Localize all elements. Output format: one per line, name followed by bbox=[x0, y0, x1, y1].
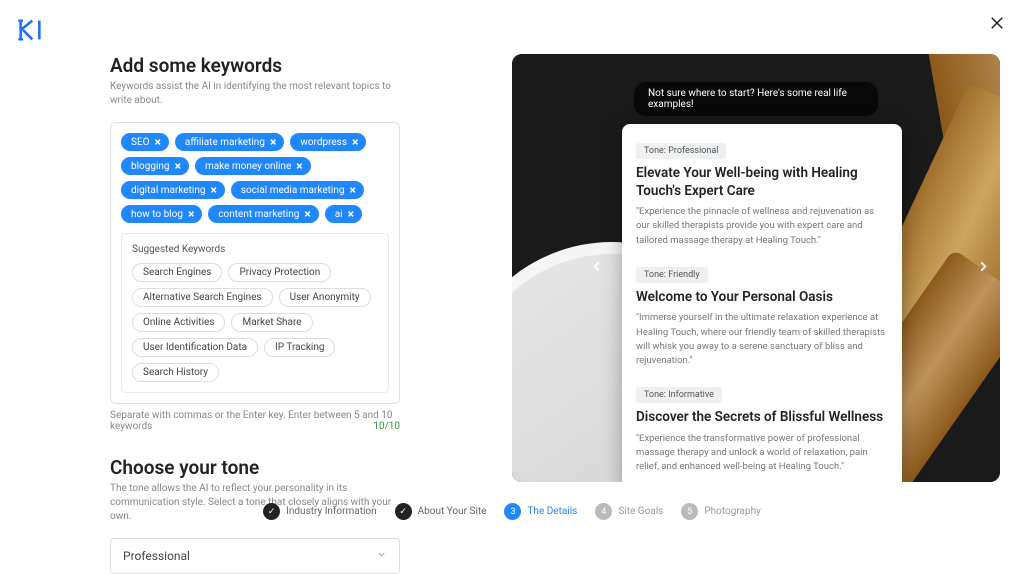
carousel-next[interactable] bbox=[976, 259, 990, 278]
tone-badge: Tone: Friendly bbox=[636, 267, 708, 283]
step-label: Industry Information bbox=[286, 506, 376, 517]
keyword-chip[interactable]: how to blog× bbox=[121, 205, 202, 223]
suggested-keyword[interactable]: Privacy Protection bbox=[228, 263, 331, 282]
step-circle: 4 bbox=[595, 503, 612, 520]
step-photography[interactable]: 5 Photography bbox=[681, 503, 761, 520]
tone-example: Tone: Professional Elevate Your Well-bein… bbox=[636, 138, 888, 248]
step-label: Photography bbox=[704, 506, 761, 517]
chevron-down-icon bbox=[376, 549, 387, 563]
step-circle: ✓ bbox=[263, 503, 280, 520]
keyword-chip[interactable]: SEO× bbox=[121, 133, 169, 151]
tone-example: Tone: Informative Discover the Secrets of… bbox=[636, 382, 888, 474]
remove-icon: × bbox=[350, 184, 356, 196]
suggested-keyword[interactable]: User Identification Data bbox=[132, 338, 258, 357]
hint-text: Separate with commas or the Enter key. E… bbox=[110, 410, 392, 432]
tone-badge: Tone: Professional bbox=[636, 143, 726, 159]
remove-icon: × bbox=[188, 208, 194, 220]
suggested-keyword[interactable]: Search History bbox=[132, 363, 219, 382]
suggested-keyword[interactable]: Alternative Search Engines bbox=[132, 288, 273, 307]
remove-icon: × bbox=[175, 160, 181, 172]
close-button[interactable] bbox=[988, 14, 1006, 36]
step-circle: 3 bbox=[504, 503, 521, 520]
keyword-chip[interactable]: content marketing× bbox=[208, 205, 318, 223]
suggested-list: Search Engines Privacy Protection Alternat… bbox=[132, 263, 378, 382]
keyword-chip[interactable]: digital marketing× bbox=[121, 181, 225, 199]
keyword-chip[interactable]: social media marketing× bbox=[231, 181, 364, 199]
example-heading: Elevate Your Well-being with Healing Tou… bbox=[636, 165, 888, 200]
suggested-keyword[interactable]: Search Engines bbox=[132, 263, 222, 282]
remove-icon: × bbox=[348, 208, 354, 220]
suggested-title: Suggested Keywords bbox=[132, 244, 378, 255]
step-label: About Your Site bbox=[418, 506, 487, 517]
carousel-prev[interactable] bbox=[590, 259, 604, 278]
step-industry-information[interactable]: ✓ Industry Information bbox=[263, 503, 376, 520]
keyword-chip[interactable]: wordpress× bbox=[290, 133, 366, 151]
example-heading: Welcome to Your Personal Oasis bbox=[636, 289, 888, 307]
suggested-keyword[interactable]: Market Share bbox=[231, 313, 312, 332]
suggested-box: Suggested Keywords Search Engines Privacy… bbox=[121, 233, 389, 393]
step-label: Site Goals bbox=[618, 506, 663, 517]
examples-card: Tone: Professional Elevate Your Well-bein… bbox=[622, 124, 902, 482]
suggested-keyword[interactable]: Online Activities bbox=[132, 313, 225, 332]
remove-icon: × bbox=[210, 184, 216, 196]
remove-icon: × bbox=[270, 136, 276, 148]
example-body: "Immerse yourself in the ultimate relaxa… bbox=[636, 311, 888, 368]
keywords-chips: SEO× affiliate marketing× wordpress× bloggi… bbox=[121, 133, 389, 223]
step-label: The Details bbox=[527, 506, 577, 517]
preview-panel: Not sure where to start? Here's some rea… bbox=[512, 54, 1000, 482]
tone-select[interactable]: Professional bbox=[110, 538, 400, 574]
wizard-steps: ✓ Industry Information ✓ About Your Site 3 Th… bbox=[0, 503, 1024, 520]
page-title: Add some keywords bbox=[110, 54, 400, 77]
remove-icon: × bbox=[155, 136, 161, 148]
example-body: "Experience the pinnacle of wellness and… bbox=[636, 205, 888, 248]
step-about-your-site[interactable]: ✓ About Your Site bbox=[395, 503, 487, 520]
remove-icon: × bbox=[304, 208, 310, 220]
step-the-details[interactable]: 3 The Details bbox=[504, 503, 577, 520]
example-heading: Discover the Secrets of Blissful Wellnes… bbox=[636, 409, 888, 427]
suggested-keyword[interactable]: IP Tracking bbox=[264, 338, 335, 357]
keyword-chip[interactable]: ai× bbox=[325, 205, 362, 223]
preview-hint: Not sure where to start? Here's some rea… bbox=[634, 82, 878, 116]
keyword-hint: Separate with commas or the Enter key. E… bbox=[110, 410, 400, 432]
step-site-goals[interactable]: 4 Site Goals bbox=[595, 503, 663, 520]
remove-icon: × bbox=[352, 136, 358, 148]
tone-value: Professional bbox=[123, 549, 190, 563]
keyword-chip[interactable]: affiliate marketing× bbox=[175, 133, 284, 151]
keyword-chip[interactable]: make money online× bbox=[195, 157, 311, 175]
example-body: "Experience the transformative power of … bbox=[636, 432, 888, 475]
remove-icon: × bbox=[296, 160, 302, 172]
keyword-chip[interactable]: blogging× bbox=[121, 157, 189, 175]
tone-title: Choose your tone bbox=[110, 456, 400, 479]
step-circle: ✓ bbox=[395, 503, 412, 520]
step-circle: 5 bbox=[681, 503, 698, 520]
app-logo bbox=[16, 16, 44, 48]
tone-example: Tone: Friendly Welcome to Your Personal O… bbox=[636, 262, 888, 369]
keyword-count: 10/10 bbox=[373, 421, 400, 432]
suggested-keyword[interactable]: User Anonymity bbox=[279, 288, 371, 307]
keywords-box: SEO× affiliate marketing× wordpress× bloggi… bbox=[110, 122, 400, 404]
page-subtitle: Keywords assist the AI in identifying th… bbox=[110, 80, 400, 108]
tone-badge: Tone: Informative bbox=[636, 387, 722, 403]
